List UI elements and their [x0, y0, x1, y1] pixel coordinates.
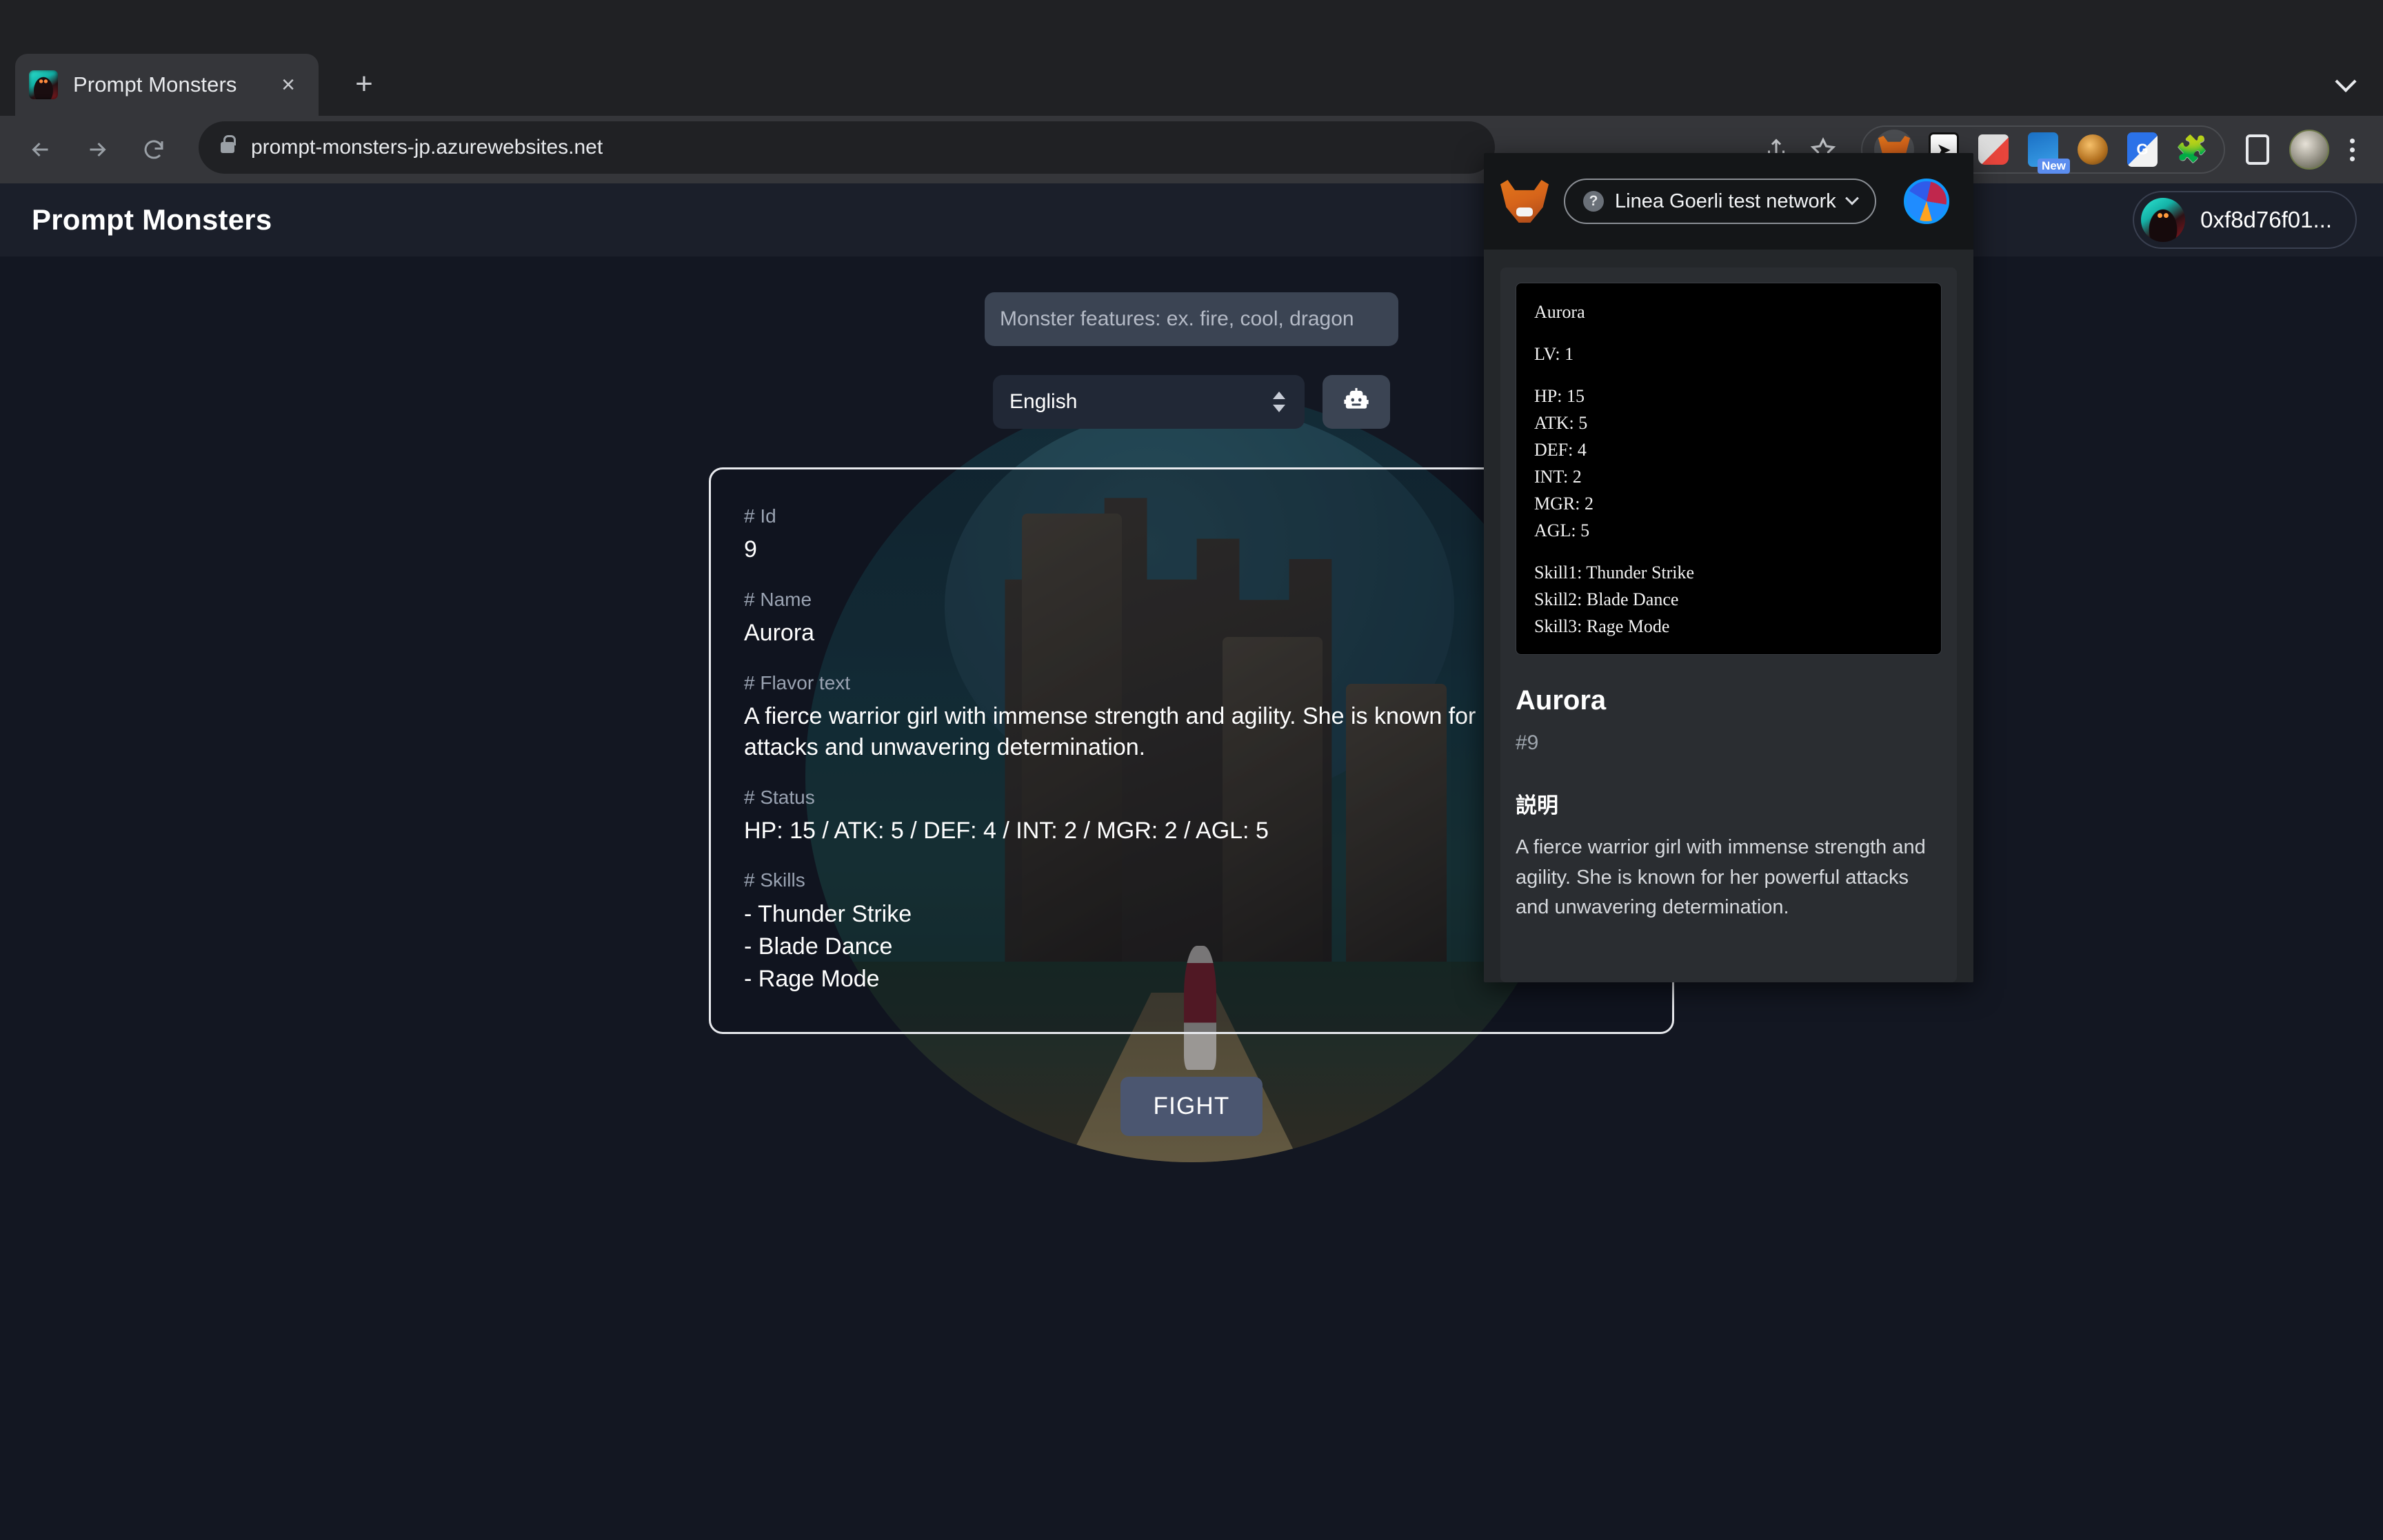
- avatar: [2141, 198, 2186, 242]
- page-title: Prompt Monsters: [32, 203, 272, 236]
- nft-card-skill: Skill1: Thunder Strike: [1534, 563, 1695, 582]
- nft-card-skill: Skill3: Rage Mode: [1534, 616, 1670, 636]
- browser-menu-icon[interactable]: [2336, 130, 2368, 170]
- chevron-updown-icon: [1273, 392, 1285, 412]
- browser-tab[interactable]: Prompt Monsters ×: [15, 54, 319, 116]
- browser-window: Prompt Monsters × + prompt-monsters-jp.a…: [0, 0, 2383, 1540]
- nft-card-stat: DEF: 4: [1534, 440, 1587, 460]
- puzzle-extensions-icon[interactable]: 🧩: [2172, 130, 2212, 170]
- network-selector[interactable]: ? Linea Goerli test network: [1564, 179, 1876, 224]
- nft-detail-panel: Aurora LV: 1 HP: 15 ATK: 5 DEF: 4 INT: 2…: [1500, 267, 1957, 982]
- tab-favicon-icon: [29, 70, 58, 99]
- metamask-popup-body: Aurora LV: 1 HP: 15 ATK: 5 DEF: 4 INT: 2…: [1484, 250, 1973, 982]
- nft-card-name: Aurora: [1534, 302, 1585, 322]
- metamask-fox-icon: [1500, 180, 1549, 223]
- fight-button[interactable]: FIGHT: [1120, 1077, 1263, 1136]
- new-tab-button[interactable]: +: [345, 66, 383, 105]
- snipping-extension-icon[interactable]: New: [2023, 130, 2070, 174]
- metamask-account-avatar[interactable]: [1903, 179, 1949, 224]
- nft-description: A fierce warrior girl with immense stren…: [1516, 836, 1926, 918]
- nft-token-id: #9: [1516, 731, 1539, 754]
- nft-card-skill: Skill2: Blade Dance: [1534, 589, 1679, 609]
- nft-card-stat: ATK: 5: [1534, 413, 1588, 433]
- nft-card-stat: MGR: 2: [1534, 494, 1593, 514]
- lock-icon: [221, 135, 236, 153]
- extension-new-badge: New: [2038, 159, 2070, 174]
- network-name: Linea Goerli test network: [1615, 190, 1836, 212]
- nft-card-stat: INT: 2: [1534, 467, 1582, 487]
- nft-description-heading: 説明: [1516, 793, 1558, 818]
- chrome-profile-avatar[interactable]: [2289, 130, 2329, 170]
- address-bar[interactable]: prompt-monsters-jp.azurewebsites.net: [199, 121, 1495, 174]
- side-panel-icon[interactable]: [2238, 130, 2278, 170]
- tab-strip: Prompt Monsters × +: [0, 0, 2383, 116]
- metamask-popup: ? Linea Goerli test network Aurora LV: 1…: [1484, 153, 1973, 982]
- nft-name: Aurora: [1516, 685, 1607, 716]
- site-header: Prompt Monsters 0xf8d76f01...: [0, 183, 2383, 256]
- tab-search-chevron-down-icon[interactable]: [2326, 66, 2365, 105]
- url-text: prompt-monsters-jp.azurewebsites.net: [251, 136, 603, 159]
- wallet-account-button[interactable]: 0xf8d76f01...: [2133, 191, 2357, 249]
- language-select-value: English: [1009, 390, 1078, 413]
- eyedropper-extension-icon[interactable]: [1973, 130, 2013, 170]
- monster-features-input[interactable]: [985, 292, 1398, 346]
- tab-title: Prompt Monsters: [73, 72, 237, 97]
- nft-card-stat: HP: 15: [1534, 386, 1585, 406]
- reload-icon[interactable]: [131, 127, 177, 172]
- page-content: Prompt Monsters 0xf8d76f01... English: [0, 183, 2383, 1540]
- nft-image-svg-card: Aurora LV: 1 HP: 15 ATK: 5 DEF: 4 INT: 2…: [1516, 283, 1942, 655]
- close-icon[interactable]: ×: [273, 70, 303, 100]
- generate-monster-button[interactable]: [1323, 375, 1390, 429]
- hedgehog-extension-icon[interactable]: [2073, 130, 2113, 170]
- generate-controls-row: English: [0, 375, 2383, 429]
- nft-card-level: LV: 1: [1534, 344, 1574, 364]
- chevron-down-icon: [2335, 70, 2357, 92]
- robot-icon: [1344, 387, 1369, 409]
- google-translate-extension-icon[interactable]: G: [2122, 130, 2162, 170]
- back-arrow-icon[interactable]: [18, 127, 63, 172]
- nft-card-stat: AGL: 5: [1534, 520, 1590, 540]
- forward-arrow-icon[interactable]: [74, 127, 120, 172]
- chevron-down-icon: [1844, 191, 1859, 205]
- main-content: English # Id 9 #: [0, 256, 2383, 1136]
- metamask-popup-header: ? Linea Goerli test network: [1484, 153, 1973, 250]
- language-select[interactable]: English: [993, 375, 1305, 429]
- account-address: 0xf8d76f01...: [2200, 207, 2332, 232]
- network-help-icon: ?: [1583, 191, 1604, 212]
